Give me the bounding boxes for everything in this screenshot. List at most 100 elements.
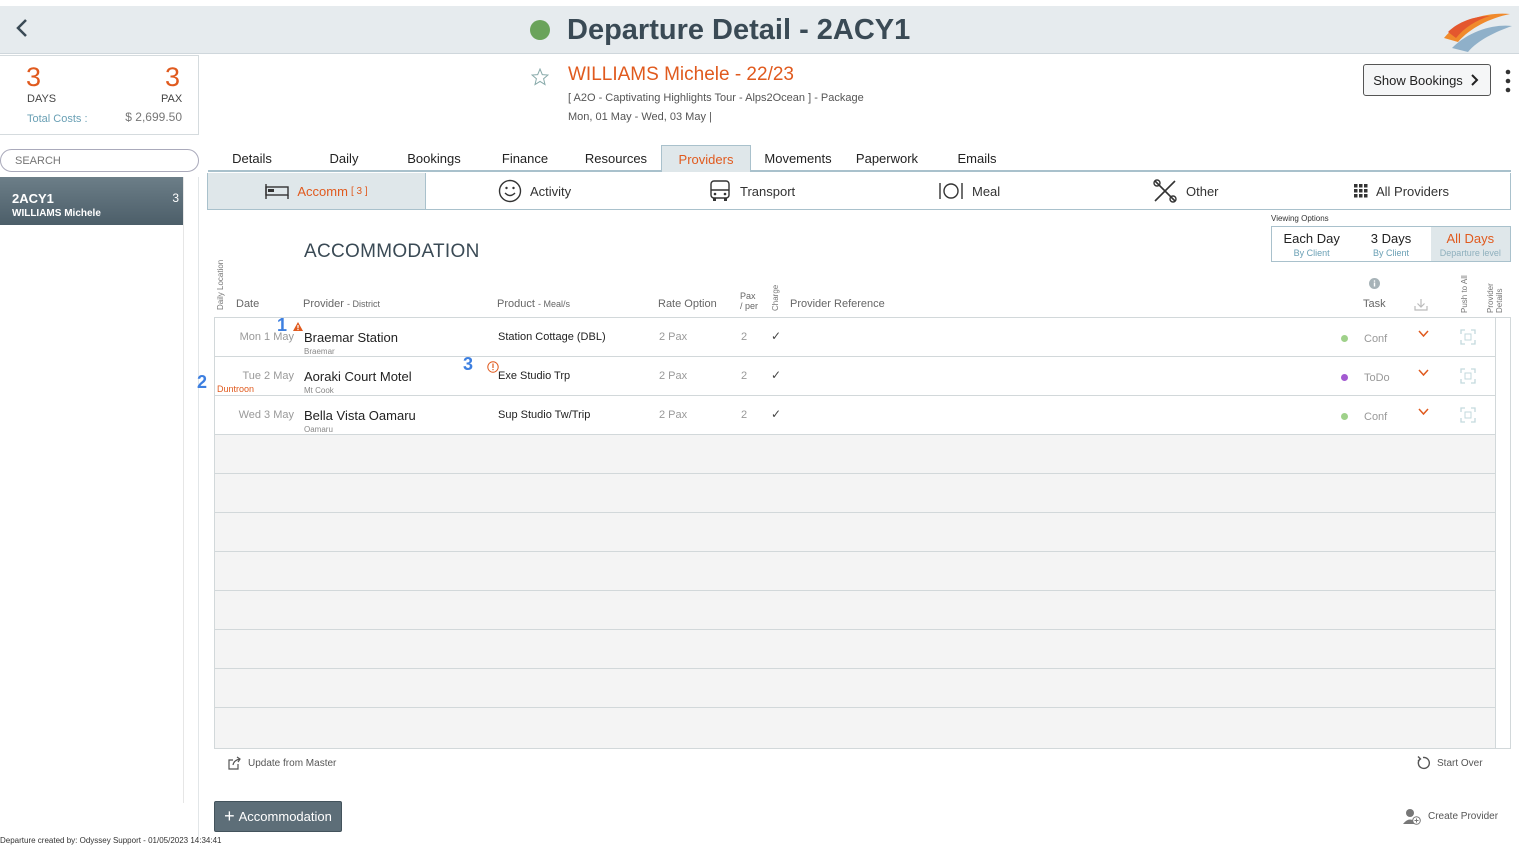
tools-icon xyxy=(1153,179,1177,203)
plate-cutlery-icon xyxy=(939,183,963,199)
accommodation-count: [ 3 ] xyxy=(350,185,368,197)
expand-icon[interactable] xyxy=(1460,368,1476,384)
row-product[interactable]: Sup Studio Tw/Trip xyxy=(498,409,590,421)
tab-finance[interactable]: Finance xyxy=(498,145,552,172)
departure-code: 2ACY1 xyxy=(12,191,54,206)
row-provider[interactable]: Braemar Station xyxy=(304,330,398,345)
column-rate-option: Rate Option xyxy=(658,298,717,310)
table-row[interactable]: Tue 2 May Duntroon Aoraki Court Motel Mt… xyxy=(215,357,1495,396)
subtab-transport[interactable]: Transport xyxy=(708,173,795,209)
warning-icon[interactable] xyxy=(293,322,303,331)
update-from-master-label: Update from Master xyxy=(248,757,337,769)
row-provider[interactable]: Aoraki Court Motel xyxy=(304,369,412,384)
title-bar: Departure Detail - 2ACY1 xyxy=(0,6,1519,54)
row-rate-option: 2 Pax xyxy=(659,331,688,343)
create-provider-button[interactable]: Create Provider xyxy=(1403,808,1498,825)
search-input[interactable] xyxy=(0,149,199,172)
row-task[interactable]: Conf xyxy=(1364,333,1387,345)
download-icon[interactable] xyxy=(1414,298,1428,311)
row-district: Oamaru xyxy=(304,425,333,434)
total-costs-label: Total Costs : xyxy=(27,113,88,125)
row-pax: 2 xyxy=(741,331,748,343)
tour-dates: Mon, 01 May - Wed, 03 May | xyxy=(568,111,712,123)
row-rate-option: 2 Pax xyxy=(659,409,688,421)
tab-resources[interactable]: Resources xyxy=(581,145,651,172)
add-accommodation-label: Accommodation xyxy=(238,809,332,824)
row-product[interactable]: Exe Studio Trp xyxy=(498,370,570,382)
row-provider[interactable]: Bella Vista Oamaru xyxy=(304,408,416,423)
departure-count: 3 xyxy=(172,191,179,205)
chevron-down-icon[interactable] xyxy=(1418,330,1429,338)
row-charge-check[interactable]: ✓ xyxy=(771,329,781,343)
expand-icon[interactable] xyxy=(1460,329,1476,345)
tab-daily[interactable]: Daily xyxy=(321,145,367,172)
tab-bookings[interactable]: Bookings xyxy=(404,145,464,172)
task-status-dot xyxy=(1341,413,1348,420)
column-provider-label: Provider xyxy=(303,298,344,310)
view-each-day-button[interactable]: Each Day By Client xyxy=(1272,227,1351,261)
row-task[interactable]: Conf xyxy=(1364,411,1387,423)
row-product[interactable]: Station Cottage (DBL) xyxy=(498,331,606,343)
tab-emails[interactable]: Emails xyxy=(954,145,1000,172)
subtab-activity[interactable]: Activity xyxy=(498,173,571,209)
pax-label: PAX xyxy=(161,93,183,105)
column-charge: Charge xyxy=(771,284,780,311)
tab-movements[interactable]: Movements xyxy=(760,145,836,172)
empty-row xyxy=(215,591,1495,630)
row-pax: 2 xyxy=(741,370,748,382)
row-charge-check[interactable]: ✓ xyxy=(771,407,781,421)
table-row[interactable]: Mon 1 May Braemar Station Braemar Statio… xyxy=(215,318,1495,357)
departure-card[interactable]: 2ACY1 WILLIAMS Michele 3 xyxy=(0,177,183,225)
viewing-options-label: Viewing Options xyxy=(1271,214,1329,223)
column-product: Product - Meal/s xyxy=(497,298,570,310)
more-menu-icon[interactable] xyxy=(1503,68,1513,94)
annotation-1: 1 xyxy=(277,315,288,335)
row-charge-check[interactable]: ✓ xyxy=(771,368,781,382)
expand-icon[interactable] xyxy=(1460,407,1476,423)
total-costs-value: $ 2,699.50 xyxy=(125,110,182,124)
empty-row xyxy=(215,630,1495,669)
tab-providers[interactable]: Providers xyxy=(661,145,751,172)
view-all-days-button[interactable]: All Days Departure level xyxy=(1430,227,1510,261)
add-accommodation-button[interactable]: + Accommodation xyxy=(214,801,342,832)
grid-icon xyxy=(1354,184,1368,198)
column-provider-details: Provider Details xyxy=(1486,283,1504,313)
subtab-accommodation[interactable]: Accomm [ 3 ] xyxy=(208,173,426,209)
table-row[interactable]: Wed 3 May Bella Vista Oamaru Oamaru Sup … xyxy=(215,396,1495,435)
row-date: Tue 2 May xyxy=(242,370,294,382)
show-bookings-button[interactable]: Show Bookings xyxy=(1363,64,1491,96)
view-each-day-sub: By Client xyxy=(1293,247,1330,258)
row-daily-location: Duntroon xyxy=(217,384,255,394)
table-scrollbar[interactable] xyxy=(1496,317,1511,749)
subtab-meal[interactable]: Meal xyxy=(938,173,1000,209)
plus-icon: + xyxy=(224,806,235,826)
create-provider-label: Create Provider xyxy=(1428,811,1499,822)
chevron-down-icon[interactable] xyxy=(1418,369,1429,377)
refresh-icon xyxy=(1417,756,1430,770)
star-icon[interactable] xyxy=(531,68,549,86)
bed-icon xyxy=(265,184,290,199)
info-icon[interactable] xyxy=(1369,278,1380,289)
start-over-button[interactable]: Start Over xyxy=(1416,756,1483,770)
column-pax: Pax xyxy=(740,291,756,301)
list-scrollbar[interactable] xyxy=(183,177,199,803)
back-arrow-icon[interactable] xyxy=(12,17,34,39)
column-daily-location: Daily Location xyxy=(216,259,225,310)
status-dot-icon xyxy=(530,20,550,40)
section-title: ACCOMMODATION xyxy=(304,241,480,262)
tab-details[interactable]: Details xyxy=(226,145,278,172)
subtab-other-label: Other xyxy=(1186,183,1219,199)
subtab-all-providers-label: All Providers xyxy=(1376,183,1449,199)
empty-row xyxy=(215,435,1495,474)
tab-paperwork[interactable]: Paperwork xyxy=(853,145,921,172)
update-from-master-button[interactable]: Update from Master xyxy=(228,756,336,770)
view-3-days-button[interactable]: 3 Days By Client xyxy=(1351,227,1430,261)
subtab-other[interactable]: Other xyxy=(1152,173,1219,209)
subtab-accommodation-label: Accomm xyxy=(297,183,348,199)
subtab-all-providers[interactable]: All Providers xyxy=(1354,173,1449,209)
column-district: - District xyxy=(347,299,381,309)
chevron-down-icon[interactable] xyxy=(1418,408,1429,416)
title-wrap: Departure Detail - 2ACY1 xyxy=(530,12,910,48)
departure-list: 2ACY1 WILLIAMS Michele 3 xyxy=(0,177,199,837)
row-task[interactable]: ToDo xyxy=(1364,372,1390,384)
